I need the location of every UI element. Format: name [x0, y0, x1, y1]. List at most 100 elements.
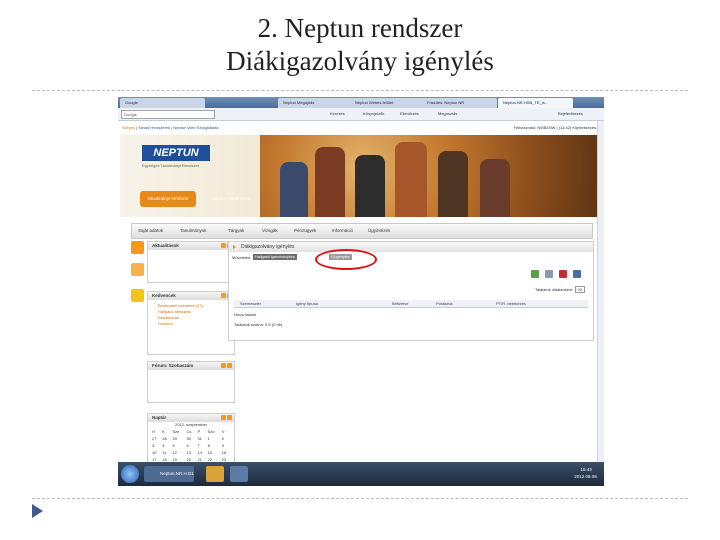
menu-item[interactable]: Saját adatok — [138, 224, 163, 238]
browser-tab[interactable]: Neptun Megújítás — [278, 98, 353, 108]
neptun-logo-subtitle: Egységes Tanulmányi Rendszer — [142, 163, 200, 168]
menu-item[interactable]: Információ — [332, 224, 353, 238]
toolbar-bookmarks[interactable]: Könyvjelzők — [363, 111, 384, 116]
browser-tab[interactable]: Neptun Webes felület — [350, 98, 425, 108]
column-header[interactable]: Postázva — [436, 300, 452, 307]
star-icon — [131, 289, 144, 302]
news-panel-title: Aktualitások — [152, 243, 179, 248]
browser-tabbar: Google Neptun Megújítás Neptun Webes fel… — [118, 97, 604, 108]
teacher-link[interactable]: Tanári rendszerek — [138, 125, 170, 130]
calendar-day[interactable]: 7 — [196, 442, 206, 449]
calendar-day[interactable]: 28 — [161, 435, 171, 442]
favorites-panel-title: Kedvencek — [152, 293, 176, 298]
browser-tab[interactable]: Frissítés: Neptun NR — [422, 98, 497, 108]
person-figure — [395, 142, 427, 217]
user-info: Felhasználó: NMBZNW | (14:42) Kijelentke… — [513, 125, 596, 130]
column-header[interactable]: Szemeszter — [240, 300, 261, 307]
calendar-day[interactable]: 16 — [221, 449, 231, 456]
menu-item[interactable]: Tanulmányok — [180, 224, 207, 238]
highlight-circle — [315, 249, 377, 270]
calendar-day[interactable]: 30 — [186, 435, 197, 442]
main-menu: Saját adatok Tanulmányok Tárgyak Vizsgák… — [131, 223, 593, 239]
google-search-input[interactable]: Google — [121, 110, 215, 119]
start-button-icon[interactable] — [121, 465, 139, 483]
calendar-day[interactable]: 4 — [161, 442, 171, 449]
person-figure — [355, 155, 385, 217]
per-page-label: Találatok oldalanként: — [534, 287, 574, 292]
calendar-day[interactable]: 15 — [207, 449, 221, 456]
calendar-day[interactable]: 5 — [171, 442, 185, 449]
empty-row: Nincs találat — [234, 312, 256, 317]
page-scrollbar[interactable] — [597, 121, 604, 462]
webservice-link[interactable]: Neptun Web Szolgáltatás — [173, 125, 218, 130]
news-icon — [131, 241, 144, 254]
person-figure — [438, 151, 468, 217]
result-count: Találatok száma: 0-0 (0 db) — [234, 322, 283, 327]
calendar-day-header: Szo — [207, 429, 215, 434]
calendar-day[interactable]: 27 — [151, 435, 161, 442]
menu-item[interactable]: Pénzügyek — [294, 224, 316, 238]
calendar-day[interactable]: 9 — [221, 442, 231, 449]
slide-title: 2. Neptun rendszer Diákigazolvány igényl… — [0, 12, 720, 78]
menu-item[interactable]: Tárgyak — [228, 224, 244, 238]
news-panel: Aktualitások — [147, 241, 235, 283]
news-panel-header: Aktualitások — [148, 242, 234, 250]
bell-icon — [131, 263, 144, 276]
search-icon[interactable] — [573, 270, 581, 278]
bottom-divider — [32, 498, 688, 499]
clock-date: 2012.08.08. — [574, 474, 598, 479]
calendar-grid: H K Sze Cs P Szo V 27 28 29 30 31 1 2 3 … — [151, 428, 231, 463]
column-header[interactable]: Befizetve — [392, 300, 408, 307]
calendar-day-header: V — [221, 429, 225, 434]
taskbar-app-icon[interactable] — [230, 466, 248, 482]
bullet-arrow-icon — [32, 504, 43, 518]
calendar-day-header: Sze — [172, 429, 180, 434]
column-header[interactable]: Igény típusa — [296, 300, 318, 307]
menu-item[interactable]: Vizsgák — [262, 224, 278, 238]
favorites-panel-header: Kedvencek — [148, 292, 234, 300]
toolbar-signin[interactable]: Bejelentkezés — [558, 111, 583, 116]
calendar-day[interactable]: 12 — [171, 449, 185, 456]
calendar-day[interactable]: 14 — [196, 449, 206, 456]
tab-tanulmanyi-rendszer[interactable]: Tanulmányi rendszer — [140, 191, 196, 207]
panel-buttons[interactable] — [220, 415, 232, 423]
person-figure — [280, 162, 308, 217]
toolbar-share[interactable]: Megosztás — [438, 111, 457, 116]
calendar-day[interactable]: 10 — [151, 449, 161, 456]
calendar-day[interactable]: 6 — [186, 442, 197, 449]
calendar-panel-title: Naptár — [152, 415, 167, 420]
logout-link[interactable]: Kilépés — [122, 125, 135, 130]
export-icon[interactable] — [531, 270, 539, 278]
system-clock[interactable]: 15:43 2012.08.08. — [574, 466, 598, 480]
browser-tab[interactable]: Google — [120, 98, 205, 108]
menu-item[interactable]: Ügyintézés — [368, 224, 390, 238]
calendar-day[interactable]: 29 — [171, 435, 185, 442]
clock-time: 15:43 — [580, 467, 592, 472]
person-figure — [480, 159, 510, 217]
column-header[interactable]: PTIR. beérkezés — [496, 300, 526, 307]
calendar-day[interactable]: 1 — [207, 435, 221, 442]
toolbar-check[interactable]: Ellenőrzés — [400, 111, 419, 116]
browser-tab-active[interactable]: Neptun.NR.HSB_TR_is... — [498, 98, 573, 108]
main-panel-title: Diákigazolvány igénylés — [241, 244, 295, 250]
neptun-logo: NEPTUN — [142, 145, 210, 161]
favorite-item[interactable]: Órarend — [148, 321, 234, 327]
calendar-day[interactable]: 13 — [186, 449, 197, 456]
calendar-day[interactable]: 8 — [207, 442, 221, 449]
per-page-select[interactable]: 20 — [574, 286, 585, 293]
calendar-day[interactable]: 3 — [151, 442, 161, 449]
tab-meet-street[interactable]: Neptun Meet Street — [202, 191, 262, 207]
taskbar-item[interactable]: Neptun.NR.H D1 — [144, 466, 194, 482]
folder-icon[interactable] — [206, 466, 224, 482]
calendar-day-header: P — [197, 429, 201, 434]
pin-icon[interactable] — [559, 270, 567, 278]
panel-buttons[interactable] — [220, 363, 232, 371]
toolbar-search[interactable]: Keresés — [330, 111, 345, 116]
browser-toolbar: Google Keresés Könyvjelzők Ellenőrzés Me… — [118, 108, 604, 121]
calendar-day[interactable]: 31 — [196, 435, 206, 442]
calendar-day[interactable]: 2 — [221, 435, 231, 442]
print-icon[interactable] — [545, 270, 553, 278]
photo-subtab[interactable]: Hallgatói igazolványkép — [253, 254, 297, 260]
calendar-day-header: Cs — [186, 429, 192, 434]
calendar-day[interactable]: 11 — [161, 449, 171, 456]
